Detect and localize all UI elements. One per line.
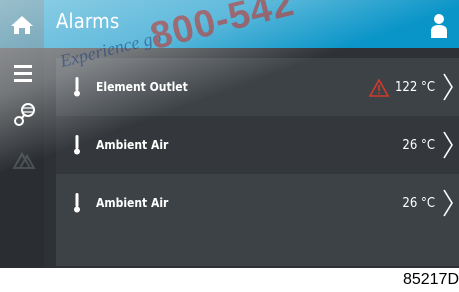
warnings-button[interactable] [0,142,44,176]
warning-triangles-icon [12,151,36,169]
chevron-right-icon[interactable] [441,130,455,160]
menu-icon [14,65,32,82]
alarm-value: 26 °C [402,137,435,153]
warning-icon [369,79,389,97]
user-icon [431,14,447,38]
alarm-label: Ambient Air [96,196,169,210]
alarm-label: Element Outlet [96,80,188,94]
menu-button[interactable] [0,56,44,90]
controller-screen: Alarms Element Outlet 122 °C Ambient Air… [0,0,459,268]
alarm-list: Element Outlet 122 °C Ambient Air 26 °C [56,58,459,266]
thermometer-icon [74,77,80,97]
network-icon [14,103,35,126]
chevron-right-icon[interactable] [441,188,455,218]
home-icon [11,16,33,34]
alarm-value: 26 °C [402,195,435,211]
thermometer-icon [74,193,80,213]
sidebar [0,48,44,268]
empty-row [56,232,459,266]
alarm-label: Ambient Air [96,138,169,152]
home-button[interactable] [0,0,44,48]
alarm-value: 122 °C [394,79,435,95]
top-bar: Alarms [0,0,459,48]
user-button[interactable] [427,12,451,40]
thermometer-icon [74,135,80,155]
page-title: Alarms [56,9,120,33]
alarm-row[interactable]: Ambient Air 26 °C [56,116,459,174]
figure-code: 85217D [402,271,459,288]
chevron-right-icon[interactable] [441,72,455,102]
alarm-row[interactable]: Element Outlet 122 °C [56,58,459,116]
alarm-row[interactable]: Ambient Air 26 °C [56,174,459,232]
network-button[interactable] [0,100,44,134]
